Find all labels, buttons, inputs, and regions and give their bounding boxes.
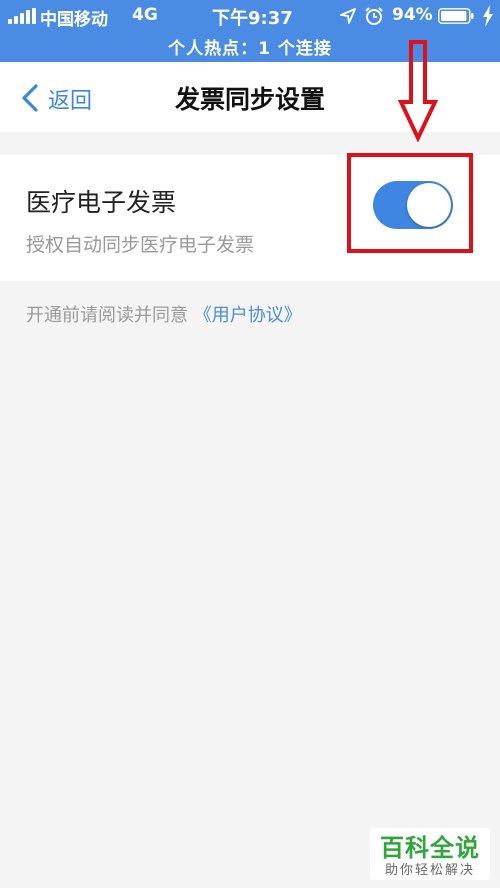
arrow-down-icon [398, 40, 438, 142]
battery-percent: 94% [392, 5, 433, 25]
carrier-name: 中国移动 [40, 10, 108, 30]
status-time: 下午9:37 [212, 8, 293, 29]
battery-icon [438, 8, 474, 24]
watermark-main: 百科全说 [380, 834, 480, 862]
user-agreement-link[interactable]: 《用户协议》 [194, 305, 302, 326]
network-type: 4G [132, 5, 158, 25]
signal-icon [8, 8, 36, 24]
agreement-text: 开通前请阅读并同意 《用户协议》 [26, 301, 302, 327]
setting-title: 医疗电子发票 [26, 188, 177, 217]
charging-icon [483, 5, 493, 27]
annotation-highlight-box [347, 153, 473, 253]
watermark-logo: 百科全说 助你轻松解决 [370, 828, 490, 880]
agreement-prefix: 开通前请阅读并同意 [26, 305, 188, 326]
alarm-icon [365, 7, 383, 25]
watermark-sub: 助你轻松解决 [384, 863, 475, 878]
setting-subtitle: 授权自动同步医疗电子发票 [26, 234, 255, 256]
status-row: 中国移动 4G 下午9:37 94% [0, 0, 500, 32]
location-icon [340, 8, 356, 24]
